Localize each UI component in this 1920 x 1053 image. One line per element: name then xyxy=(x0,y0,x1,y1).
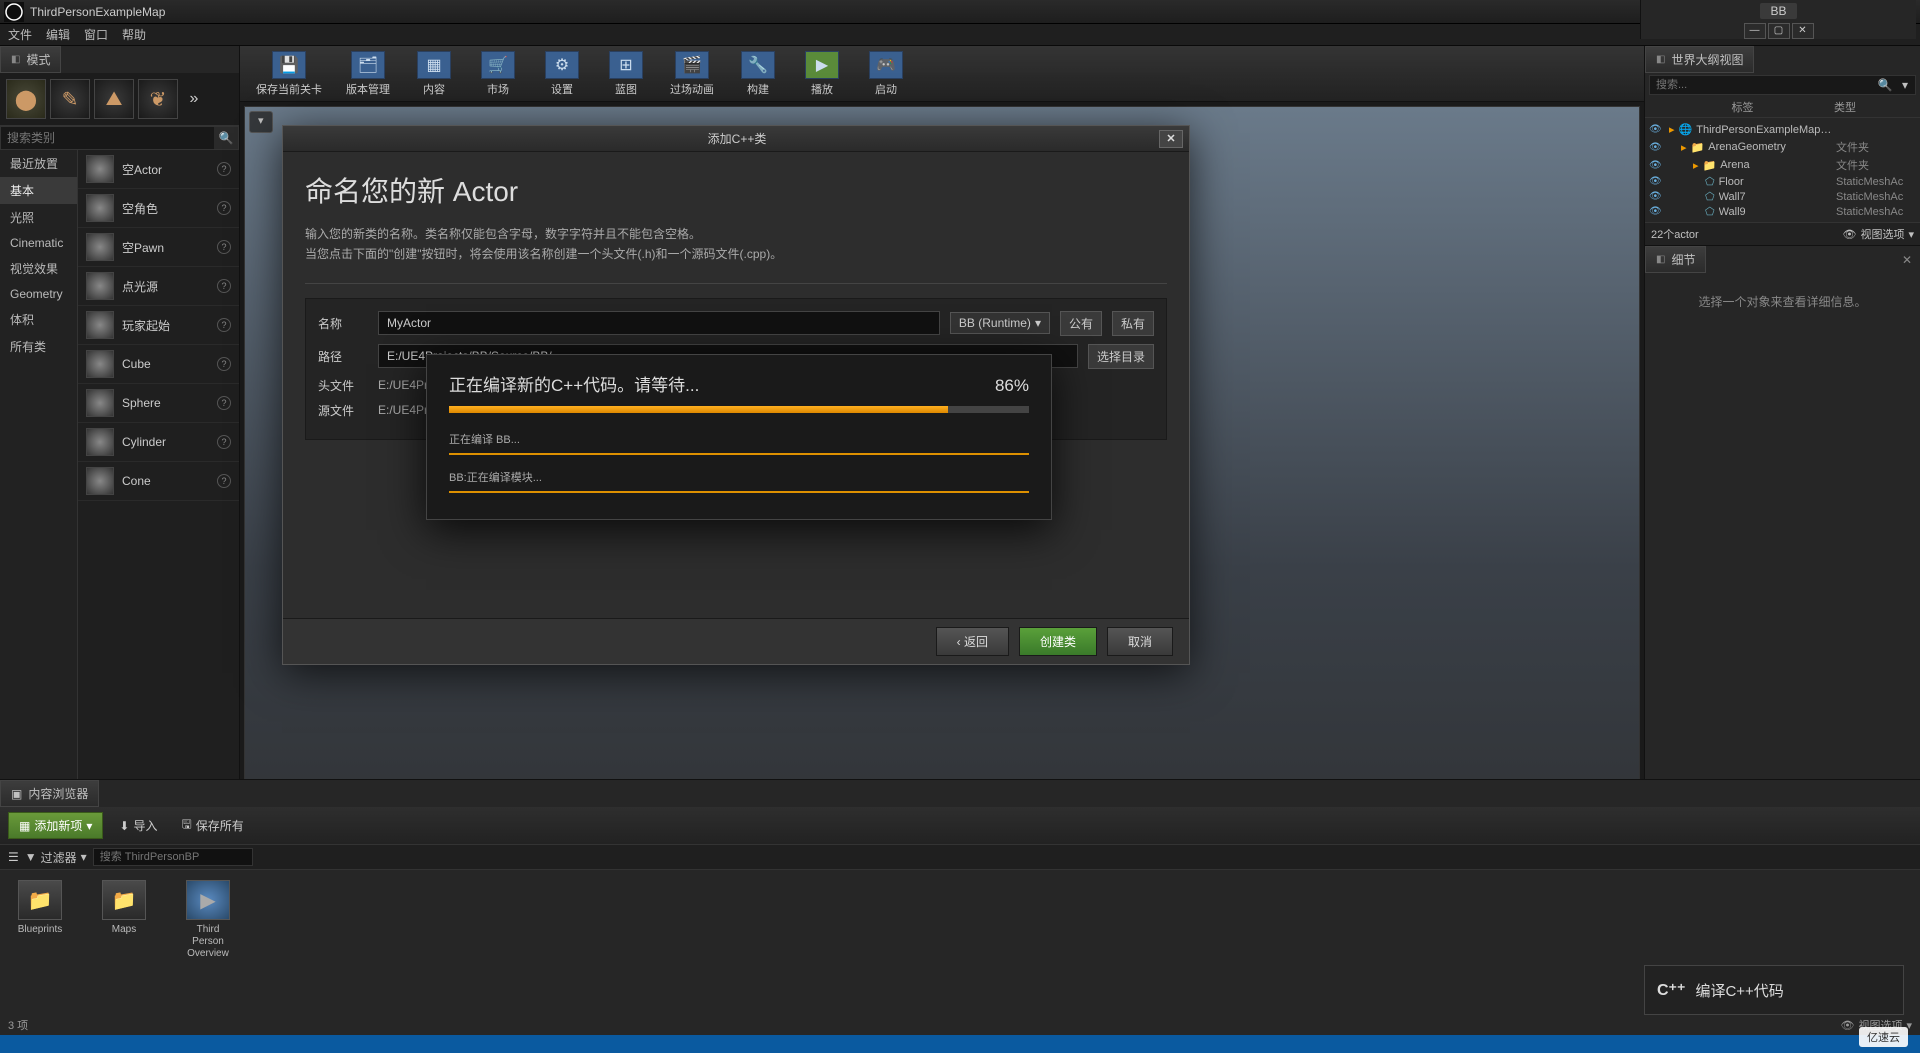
header-label: 头文件 xyxy=(318,377,368,394)
progress-message: 正在编译新的C++代码。请等待... xyxy=(449,371,699,396)
chevron-down-icon: ▾ xyxy=(1035,316,1041,330)
progress-sub-1: 正在编译 BB... xyxy=(449,427,1029,455)
progress-bar xyxy=(449,406,1029,413)
class-name-input[interactable] xyxy=(378,311,940,335)
module-dropdown[interactable]: BB (Runtime)▾ xyxy=(950,312,1050,334)
unreal-logo-icon xyxy=(289,130,307,148)
compile-progress-dialog: 正在编译新的C++代码。请等待... 86% 正在编译 BB... BB:正在编… xyxy=(426,354,1052,520)
name-label: 名称 xyxy=(318,315,368,332)
progress-percent: 86% xyxy=(995,376,1029,396)
cancel-button[interactable]: 取消 xyxy=(1107,627,1173,656)
back-button[interactable]: ‹ 返回 xyxy=(936,627,1009,656)
private-button[interactable]: 私有 xyxy=(1112,311,1154,336)
path-label: 路径 xyxy=(318,348,368,365)
public-button[interactable]: 公有 xyxy=(1060,311,1102,336)
chevron-left-icon: ‹ xyxy=(957,635,964,649)
choose-folder-button[interactable]: 选择目录 xyxy=(1088,344,1154,369)
progress-sub-2: BB:正在编译模块... xyxy=(449,465,1029,493)
create-class-button[interactable]: 创建类 xyxy=(1019,627,1097,656)
dialog-overlay: 添加C++类 ✕ 命名您的新 Actor 输入您的新类的名称。类名称仅能包含字母… xyxy=(0,0,1920,1053)
progress-fill xyxy=(449,406,948,413)
source-label: 源文件 xyxy=(318,402,368,419)
dialog-close-button[interactable]: ✕ xyxy=(1159,130,1183,148)
dialog-heading: 命名您的新 Actor xyxy=(305,170,1167,210)
dialog-description: 输入您的新类的名称。类名称仅能包含字母，数字字符并且不能包含空格。 当您点击下面… xyxy=(305,224,1167,265)
watermark: 亿速云 xyxy=(1859,1027,1908,1047)
dialog-title: 添加C++类 xyxy=(315,130,1159,147)
dialog-titlebar[interactable]: 添加C++类 ✕ xyxy=(283,126,1189,152)
